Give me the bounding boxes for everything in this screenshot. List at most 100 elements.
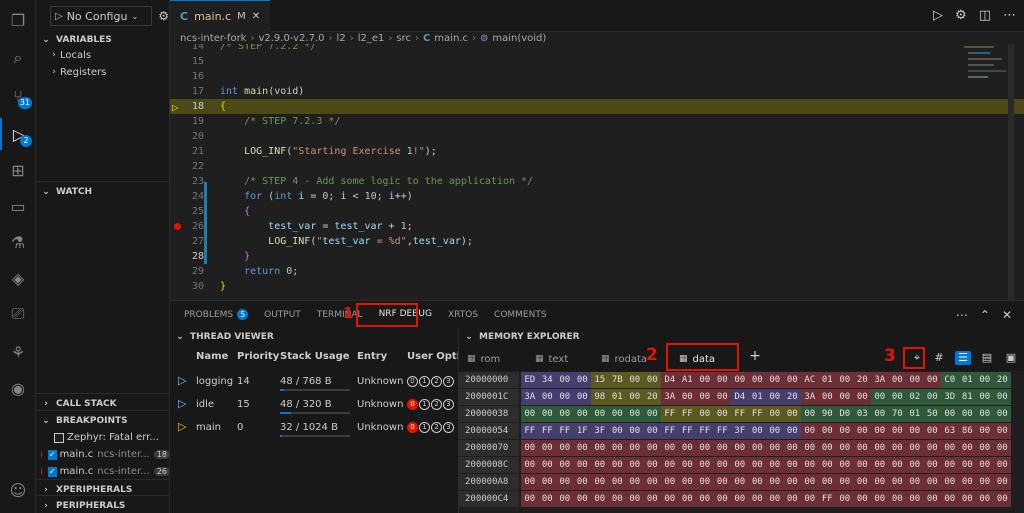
memory-byte[interactable]: 00 bbox=[678, 457, 696, 473]
memory-byte[interactable]: 00 bbox=[801, 423, 819, 439]
run-icon[interactable]: ▷ bbox=[933, 8, 943, 23]
registers-item[interactable]: › Registers bbox=[36, 63, 169, 81]
explorer-icon[interactable]: ❐ bbox=[0, 4, 36, 36]
split-editor-icon[interactable]: ◫ bbox=[979, 8, 991, 23]
memory-byte[interactable]: 00 bbox=[818, 423, 836, 439]
memory-byte[interactable]: 00 bbox=[538, 457, 556, 473]
memory-byte[interactable]: 00 bbox=[608, 457, 626, 473]
memory-byte[interactable]: 00 bbox=[521, 474, 539, 490]
memory-byte[interactable]: A1 bbox=[678, 372, 696, 388]
memory-byte[interactable]: D0 bbox=[836, 406, 854, 422]
memory-byte[interactable]: 00 bbox=[853, 457, 871, 473]
memory-byte[interactable]: 00 bbox=[993, 423, 1011, 439]
memory-byte[interactable]: 00 bbox=[766, 389, 784, 405]
memory-grid[interactable]: 20000000 ED 34 00 00 15 7B 00 00 D4 A1 00 00 00 00 00 00… bbox=[458, 371, 1024, 513]
memory-byte[interactable]: 00 bbox=[556, 440, 574, 456]
memory-byte[interactable]: FF bbox=[678, 406, 696, 422]
memory-byte[interactable]: 00 bbox=[573, 406, 591, 422]
memory-byte[interactable]: FF bbox=[678, 423, 696, 439]
memory-byte[interactable]: 00 bbox=[678, 440, 696, 456]
more-icon[interactable]: ⋯ bbox=[1003, 8, 1016, 23]
memory-byte[interactable]: 00 bbox=[818, 474, 836, 490]
memory-byte[interactable]: 90 bbox=[818, 406, 836, 422]
memory-byte[interactable]: 00 bbox=[521, 491, 539, 507]
tree-icon[interactable]: ⚘ bbox=[0, 336, 36, 368]
bp-checkbox[interactable]: ✓ bbox=[47, 466, 57, 477]
memory-byte[interactable]: 98 bbox=[591, 389, 609, 405]
memory-byte[interactable]: 00 bbox=[748, 423, 766, 439]
memory-byte[interactable]: 00 bbox=[591, 474, 609, 490]
memory-byte[interactable]: 00 bbox=[871, 423, 889, 439]
close-icon[interactable]: ✕ bbox=[252, 11, 260, 22]
memory-byte[interactable]: 00 bbox=[713, 372, 731, 388]
memory-byte[interactable]: 3F bbox=[731, 423, 749, 439]
memory-byte[interactable]: 34 bbox=[538, 372, 556, 388]
account-icon[interactable]: ☺ bbox=[0, 474, 36, 506]
chevron-up-icon[interactable]: ⌃ bbox=[980, 308, 990, 322]
memory-byte[interactable]: 00 bbox=[678, 474, 696, 490]
memory-byte[interactable]: 00 bbox=[766, 440, 784, 456]
memory-byte[interactable]: 00 bbox=[766, 491, 784, 507]
memory-byte[interactable]: 00 bbox=[608, 440, 626, 456]
memory-byte[interactable]: 00 bbox=[713, 440, 731, 456]
memory-byte[interactable]: 00 bbox=[871, 491, 889, 507]
memory-byte[interactable]: FF bbox=[661, 406, 679, 422]
memory-byte[interactable]: D4 bbox=[661, 372, 679, 388]
memory-byte[interactable]: 00 bbox=[608, 423, 626, 439]
memory-byte[interactable]: 00 bbox=[696, 440, 714, 456]
bp-fatal-error[interactable]: Zephyr: Fatal err... bbox=[36, 429, 169, 446]
gear-icon[interactable]: ⚙ bbox=[158, 9, 169, 23]
mem-tab-rom[interactable]: ▦ rom bbox=[467, 349, 500, 369]
memory-byte[interactable]: 00 bbox=[556, 406, 574, 422]
memory-byte[interactable]: 00 bbox=[748, 474, 766, 490]
locals-item[interactable]: › Locals bbox=[36, 46, 169, 64]
memory-byte[interactable]: FF bbox=[818, 491, 836, 507]
memory-byte[interactable]: 00 bbox=[696, 457, 714, 473]
memory-byte[interactable]: 00 bbox=[818, 389, 836, 405]
memory-byte[interactable]: 00 bbox=[643, 372, 661, 388]
remote-explorer-icon[interactable]: ▭ bbox=[0, 190, 36, 222]
crumb-5[interactable]: main.c bbox=[434, 33, 468, 44]
document-icon[interactable]: ▤ bbox=[979, 351, 995, 365]
memory-byte[interactable]: 00 bbox=[801, 474, 819, 490]
memory-byte[interactable]: 00 bbox=[748, 440, 766, 456]
memory-byte[interactable]: 03 bbox=[853, 406, 871, 422]
memory-byte[interactable]: 00 bbox=[976, 491, 994, 507]
memory-byte[interactable]: 00 bbox=[643, 423, 661, 439]
memory-byte[interactable]: 3D bbox=[941, 389, 959, 405]
tab-xrtos[interactable]: XRTOS bbox=[448, 301, 478, 329]
memory-byte[interactable]: 00 bbox=[801, 440, 819, 456]
memory-byte[interactable]: 00 bbox=[801, 406, 819, 422]
source-control-icon[interactable]: ⑂ 31 bbox=[0, 80, 36, 112]
memory-byte[interactable]: 00 bbox=[853, 491, 871, 507]
memory-byte[interactable]: 00 bbox=[556, 389, 574, 405]
memory-byte[interactable]: 00 bbox=[608, 474, 626, 490]
memory-byte[interactable]: 86 bbox=[958, 423, 976, 439]
memory-byte[interactable]: 3F bbox=[591, 423, 609, 439]
minimap[interactable] bbox=[964, 44, 1014, 300]
memory-byte[interactable]: 00 bbox=[678, 389, 696, 405]
tab-problems[interactable]: PROBLEMS 5 bbox=[184, 301, 249, 329]
memory-byte[interactable]: 00 bbox=[976, 372, 994, 388]
crumb-2[interactable]: l2 bbox=[337, 33, 346, 44]
memory-byte[interactable]: FF bbox=[556, 423, 574, 439]
memory-byte[interactable]: 00 bbox=[993, 440, 1011, 456]
memory-byte[interactable]: 00 bbox=[591, 491, 609, 507]
memory-byte[interactable]: 00 bbox=[976, 423, 994, 439]
memory-byte[interactable]: 01 bbox=[818, 372, 836, 388]
memory-byte[interactable]: 00 bbox=[923, 389, 941, 405]
memory-byte[interactable]: 00 bbox=[836, 491, 854, 507]
memory-byte[interactable]: 00 bbox=[941, 457, 959, 473]
memory-byte[interactable]: 00 bbox=[766, 372, 784, 388]
memory-byte[interactable]: 00 bbox=[643, 491, 661, 507]
tab-output[interactable]: OUTPUT bbox=[264, 301, 301, 329]
hash-icon[interactable]: # bbox=[931, 351, 947, 365]
memory-byte[interactable]: 00 bbox=[731, 372, 749, 388]
memory-byte[interactable]: 00 bbox=[853, 389, 871, 405]
memory-byte[interactable]: 00 bbox=[783, 440, 801, 456]
memory-byte[interactable]: 00 bbox=[626, 474, 644, 490]
extensions-icon[interactable]: ⊞ bbox=[0, 154, 36, 186]
memory-byte[interactable]: 50 bbox=[923, 406, 941, 422]
memory-byte[interactable]: D4 bbox=[731, 389, 749, 405]
memory-byte[interactable]: 00 bbox=[871, 440, 889, 456]
